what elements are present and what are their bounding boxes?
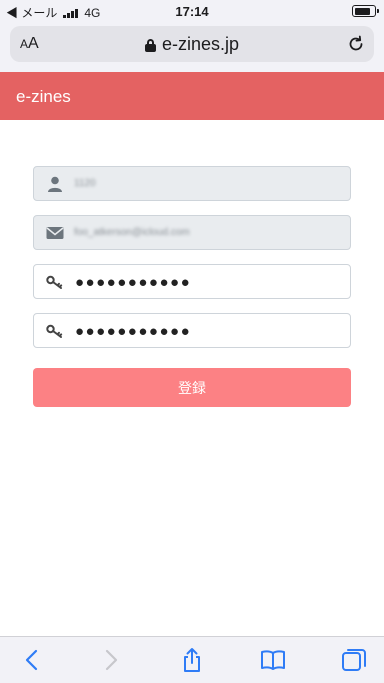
lock-icon <box>144 38 156 52</box>
email-field[interactable] <box>33 215 351 250</box>
browser-toolbar <box>0 636 384 683</box>
url-display[interactable]: e-zines.jp <box>10 34 374 55</box>
name-field[interactable] <box>33 166 351 201</box>
forward-icon[interactable] <box>98 647 124 673</box>
password-field[interactable]: ●●●●●●●●●●● <box>33 264 351 299</box>
register-button[interactable]: 登録 <box>33 368 351 407</box>
back-icon[interactable] <box>19 647 45 673</box>
name-input[interactable] <box>74 168 344 199</box>
email-input[interactable] <box>74 217 344 248</box>
password-input[interactable]: ●●●●●●●●●●● <box>75 274 191 291</box>
key-icon <box>46 323 64 339</box>
user-icon <box>46 176 64 192</box>
bookmarks-icon[interactable] <box>260 647 286 673</box>
browser-address-area: AA e-zines.jp <box>0 22 384 72</box>
address-bar[interactable]: AA e-zines.jp <box>10 26 374 62</box>
tabs-icon[interactable] <box>341 647 367 673</box>
password-confirm-field[interactable]: ●●●●●●●●●●● <box>33 313 351 348</box>
status-bar: ◀ メール 4G 17:14 <box>0 0 384 22</box>
share-icon[interactable] <box>179 647 205 673</box>
status-time: 17:14 <box>175 4 209 19</box>
reload-icon[interactable] <box>346 34 366 54</box>
app-header: e-zines <box>0 72 384 120</box>
url-text: e-zines.jp <box>161 34 240 54</box>
key-icon <box>46 274 64 290</box>
envelope-icon <box>46 225 64 241</box>
app-title[interactable]: e-zines <box>16 87 71 107</box>
password-confirm-input[interactable]: ●●●●●●●●●●● <box>75 323 191 340</box>
battery-icon <box>352 5 379 17</box>
